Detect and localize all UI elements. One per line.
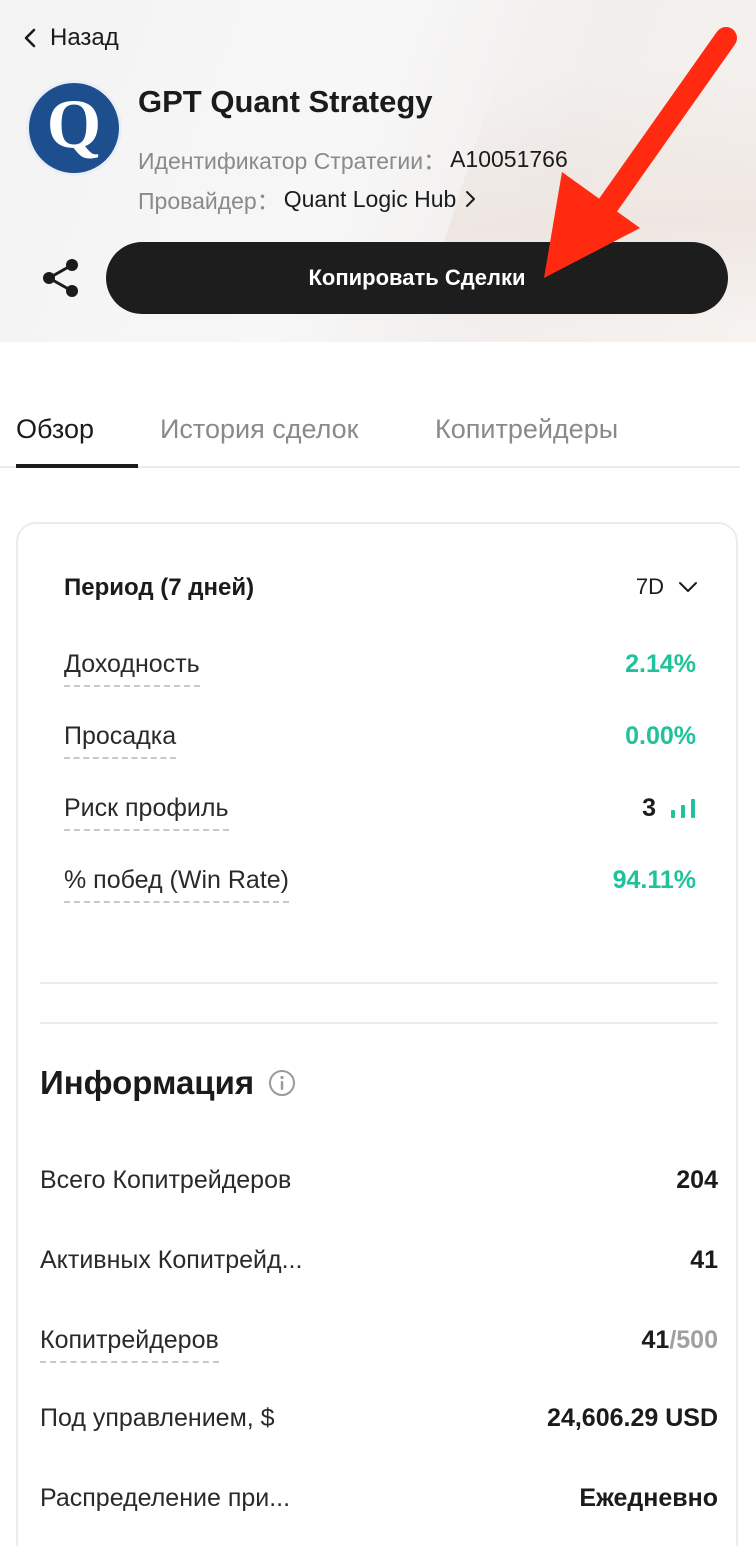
metric-return: Доходность 2.14% xyxy=(64,650,696,690)
period-dropdown[interactable]: 7D xyxy=(636,574,698,600)
info-title: Информация xyxy=(40,1064,255,1101)
tab-trade-history[interactable]: История сделок xyxy=(160,414,358,445)
info-label: Под управлением, $ xyxy=(40,1404,275,1432)
info-row-profit-distribution: Распределение при... Ежедневно xyxy=(40,1484,718,1524)
strategy-id-value: A10051766 xyxy=(450,145,568,172)
provider-name: Quant Logic Hub xyxy=(283,185,457,212)
tab-bar: Обзор История сделок Копитрейдеры xyxy=(0,400,740,468)
active-tab-indicator xyxy=(16,464,138,468)
info-value-group: 41/500 xyxy=(642,1326,718,1355)
metric-risk-value: 3 xyxy=(642,794,656,822)
metric-return-label[interactable]: Доходность xyxy=(64,650,200,687)
strategy-id-row: Идентификатор Стратегии： A10051766 xyxy=(138,142,568,176)
info-value: 41 xyxy=(690,1246,718,1274)
strategy-id-label: Идентификатор Стратегии： xyxy=(138,148,447,174)
metric-risk-label[interactable]: Риск профиль xyxy=(64,794,229,831)
info-label: Распределение при... xyxy=(40,1484,291,1512)
info-label: Активных Копитрейд... xyxy=(40,1246,303,1274)
metric-win-rate: % побед (Win Rate) 94.11% xyxy=(64,866,696,906)
strategy-title: GPT Quant Strategy xyxy=(138,84,433,119)
info-value: 24,606.29 USD xyxy=(547,1404,718,1432)
metric-win-rate-value: 94.11% xyxy=(612,866,696,894)
overview-card: Период (7 дней) 7D Доходность 2.14% Прос… xyxy=(16,522,738,1546)
metric-drawdown: Просадка 0.00% xyxy=(64,722,696,762)
chevron-left-icon xyxy=(24,28,36,48)
info-heading: Информация xyxy=(40,1064,296,1102)
strategy-logo: Q xyxy=(26,80,122,176)
signal-bars-icon xyxy=(671,798,695,818)
metric-drawdown-label[interactable]: Просадка xyxy=(64,722,177,759)
info-row-active-copytraders: Активных Копитрейд... 41 xyxy=(40,1246,718,1286)
info-row-total-copytraders: Всего Копитрейдеров 204 xyxy=(40,1166,718,1206)
back-label: Назад xyxy=(50,24,119,51)
tab-copytraders[interactable]: Копитрейдеры xyxy=(435,414,618,445)
metric-drawdown-value: 0.00% xyxy=(625,722,696,750)
provider-link[interactable]: Quant Logic Hub xyxy=(284,186,477,213)
provider-label: Провайдер： xyxy=(138,188,280,214)
info-label[interactable]: Копитрейдеров xyxy=(40,1326,219,1363)
info-label: Всего Копитрейдеров xyxy=(40,1166,292,1194)
metric-risk-value-group: 3 xyxy=(642,794,696,823)
share-icon[interactable] xyxy=(40,256,82,300)
section-divider xyxy=(40,982,718,984)
metric-risk: Риск профиль 3 xyxy=(64,794,696,834)
chevron-right-icon xyxy=(466,191,476,207)
metric-win-rate-label[interactable]: % побед (Win Rate) xyxy=(64,866,289,903)
strategy-header: Назад Q GPT Quant Strategy Идентификатор… xyxy=(0,0,756,342)
section-divider xyxy=(40,1022,718,1024)
info-icon[interactable] xyxy=(268,1069,296,1097)
info-row-copytraders-capacity: Копитрейдеров 41/500 xyxy=(40,1326,718,1366)
copy-trades-button[interactable]: Копировать Сделки xyxy=(106,242,728,314)
info-value: 204 xyxy=(676,1166,718,1194)
period-title: Период (7 дней) xyxy=(64,574,255,601)
provider-row: Провайдер： Quant Logic Hub xyxy=(138,182,476,216)
chevron-down-icon xyxy=(679,582,697,592)
info-value: 41 xyxy=(641,1326,670,1354)
period-selected-value: 7D xyxy=(635,574,664,599)
logo-letter: Q xyxy=(46,86,102,163)
metric-return-value: 2.14% xyxy=(625,650,696,678)
back-button[interactable]: Назад xyxy=(22,24,119,52)
tab-overview[interactable]: Обзор xyxy=(16,414,94,445)
info-value: Ежедневно xyxy=(579,1484,718,1512)
info-row-aum: Под управлением, $ 24,606.29 USD xyxy=(40,1404,718,1444)
info-value-limit: /500 xyxy=(669,1326,718,1354)
